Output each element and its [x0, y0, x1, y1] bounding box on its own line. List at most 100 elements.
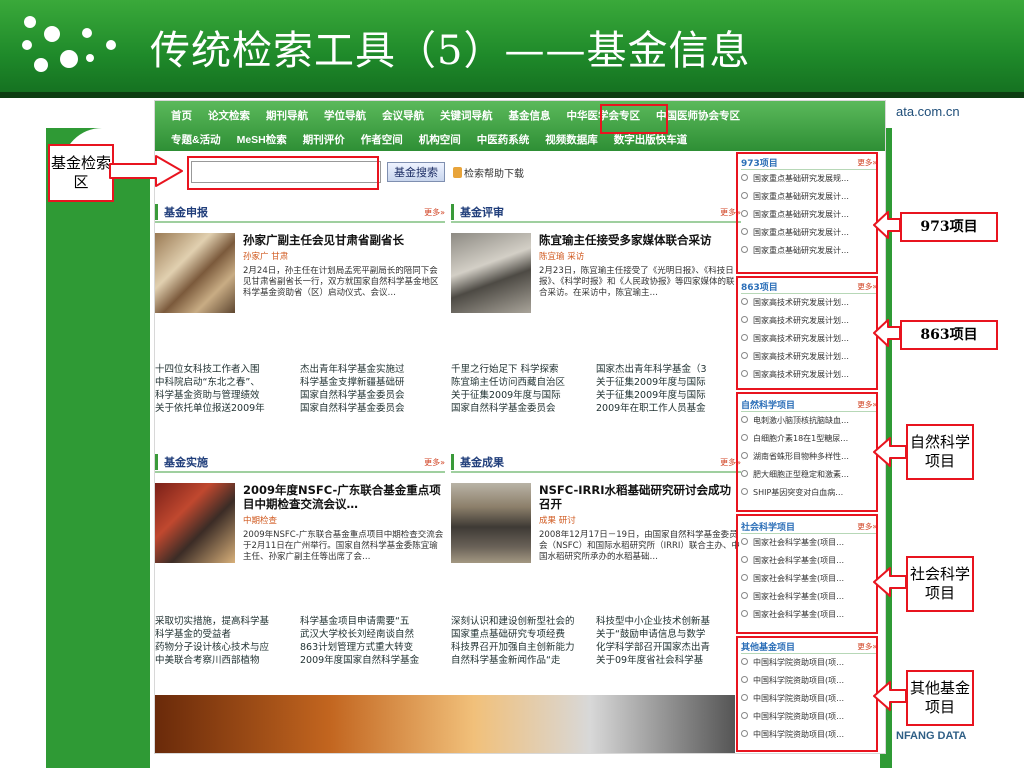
news-tags: 成果 研讨	[539, 516, 576, 526]
list-item[interactable]: 十四位女科技工作者入围	[155, 363, 300, 376]
highlight-fund-info-nav	[600, 104, 668, 134]
section-fund-review: 基金评审 更多» 陈宜瑜主任接受多家媒体联合采访 陈宜瑜 采访 2月23日，陈宜…	[451, 203, 741, 313]
list-item[interactable]: 杰出青年科学基金实施过	[300, 363, 445, 376]
nav-journal[interactable]: 期刊导航	[266, 108, 308, 123]
news-photo[interactable]	[451, 233, 531, 313]
nav-topics[interactable]: 专题&活动	[171, 132, 221, 147]
more-link[interactable]: 更多»	[424, 207, 445, 218]
header-divider	[0, 92, 1024, 98]
bottom-banner-image[interactable]	[155, 695, 735, 753]
slide-header: 传统检索工具（5）——基金信息	[0, 0, 1024, 98]
list-item[interactable]: 2009年在职工作人员基金	[596, 402, 741, 415]
news-summary: 2009年NSFC-广东联合基金重点项目中期检查交流会于2月11日在广州举行。国…	[243, 530, 444, 562]
list-item[interactable]: 陈宜瑜主任访问西藏自治区	[451, 376, 596, 389]
search-help-label: 检索帮助下载	[464, 168, 524, 180]
highlight-other	[736, 636, 878, 752]
nav-fund-info[interactable]: 基金信息	[509, 108, 551, 123]
nav-video-db[interactable]: 视频数据库	[545, 132, 598, 147]
nav-tcm[interactable]: 中医药系统	[477, 132, 530, 147]
nav-org-space[interactable]: 机构空间	[419, 132, 461, 147]
news-headline[interactable]: NSFC-IRRI水稻基础研究研讨会成功召开	[539, 483, 741, 511]
search-help-link[interactable]: 检索帮助下载	[453, 165, 524, 180]
list-item[interactable]: 化学科学部召开国家杰出青	[596, 641, 741, 654]
nav-conference[interactable]: 会议导航	[382, 108, 424, 123]
list-item[interactable]: 科技型中小企业技术创新基	[596, 615, 741, 628]
featured-news: 孙家广副主任会见甘肃省副省长 孙家广 甘肃 2月24日，孙主任在计划局孟宪平副局…	[155, 233, 445, 313]
list-item[interactable]: 科技界召开加强自主创新能力	[451, 641, 596, 654]
highlight-social	[736, 514, 878, 634]
nav-paper-search[interactable]: 论文检索	[208, 108, 250, 123]
list-item[interactable]: 采取切实措施，提高科学基	[155, 615, 300, 628]
highlight-973	[736, 152, 878, 274]
news-headline[interactable]: 陈宜瑜主任接受多家媒体联合采访	[539, 233, 741, 247]
section-title: 基金申报	[155, 204, 208, 220]
list-item[interactable]: 关于依托单位报送2009年	[155, 402, 300, 415]
list-item[interactable]: 国家自然科学基金委员会	[300, 389, 445, 402]
list-item[interactable]: 国家杰出青年科学基金（3	[596, 363, 741, 376]
news-photo[interactable]	[155, 483, 235, 563]
list-item[interactable]: 武汉大学校长刘经南谈自然	[300, 628, 445, 641]
list-item[interactable]: 科学基金项目申请需要“五	[300, 615, 445, 628]
list-item[interactable]: 自然科学基金新闻作品“走	[451, 654, 596, 667]
links-fund-apply: 十四位女科技工作者入围 杰出青年科学基金实施过 中科院启动“东北之春”、 科学基金支…	[155, 363, 445, 415]
featured-news: 2009年度NSFC-广东联合基金重点项目中期检查交流会议… 中期检查 2009…	[155, 483, 445, 574]
list-item[interactable]: 关于“鼓励申请信息与数学	[596, 628, 741, 641]
callout-863: 863项目	[900, 320, 998, 350]
callout-other: 其他基金项目	[906, 670, 974, 726]
top-nav: 首页 论文检索 期刊导航 学位导航 会议导航 关键词导航 基金信息 中华医学会专…	[155, 101, 885, 151]
section-fund-result: 基金成果 更多» NSFC-IRRI水稻基础研究研讨会成功召开 成果 研讨 20…	[451, 453, 741, 574]
section-header: 基金成果 更多»	[451, 453, 741, 473]
news-headline[interactable]: 孙家广副主任会见甘肃省副省长	[243, 233, 445, 247]
list-item[interactable]: 国家自然科学基金委员会	[300, 402, 445, 415]
list-item[interactable]: 关于征集2009年度与国际	[596, 389, 741, 402]
section-title: 基金评审	[451, 204, 504, 220]
fund-search-button[interactable]: 基金搜索	[387, 162, 445, 182]
list-item[interactable]: 关于征集2009年度与国际	[451, 389, 596, 402]
nav-degree[interactable]: 学位导航	[324, 108, 366, 123]
list-item[interactable]: 深刻认识和建设创新型社会的	[451, 615, 596, 628]
list-item[interactable]: 国家重点基础研究专项经费	[451, 628, 596, 641]
list-item[interactable]: 2009年度国家自然科学基金	[300, 654, 445, 667]
list-item[interactable]: 千里之行始足下 科学探索	[451, 363, 596, 376]
section-header: 基金实施 更多»	[155, 453, 445, 473]
list-item[interactable]: 关于征集2009年度与国际	[596, 376, 741, 389]
links-fund-result: 深刻认识和建设创新型社会的 科技型中小企业技术创新基 国家重点基础研究专项经费 关于…	[451, 615, 741, 667]
list-item[interactable]: 药物分子设计核心技术与应	[155, 641, 300, 654]
nav-cmda-zone[interactable]: 中国医师协会专区	[656, 108, 740, 123]
section-title: 基金成果	[451, 454, 504, 470]
callout-search-zone: 基金检索区	[48, 144, 114, 202]
list-item[interactable]: 科学基金资助与管理绩效	[155, 389, 300, 402]
list-item[interactable]: 科学基金的受益者	[155, 628, 300, 641]
featured-news: 陈宜瑜主任接受多家媒体联合采访 陈宜瑜 采访 2月23日，陈宜瑜主任接受了《光明…	[451, 233, 741, 313]
list-item[interactable]: 关于09年度省社会科学基	[596, 654, 741, 667]
highlight-natural	[736, 392, 878, 512]
section-fund-apply: 基金申报 更多» 孙家广副主任会见甘肃省副省长 孙家广 甘肃 2月24日，孙主任…	[155, 203, 445, 313]
nav-home[interactable]: 首页	[171, 108, 192, 123]
news-headline[interactable]: 2009年度NSFC-广东联合基金重点项目中期检查交流会议…	[243, 483, 445, 511]
nav-keyword[interactable]: 关键词导航	[440, 108, 493, 123]
callout-social: 社会科学项目	[906, 556, 974, 612]
nav-mesh[interactable]: MeSH检索	[237, 132, 287, 147]
links-fund-implement: 采取切实措施，提高科学基 科学基金项目申请需要“五 科学基金的受益者 武汉大学校长刘…	[155, 615, 445, 667]
list-item[interactable]: 科学基金支撑新疆基础研	[300, 376, 445, 389]
section-title: 基金实施	[155, 454, 208, 470]
news-photo[interactable]	[155, 233, 235, 313]
news-summary: 2月23日，陈宜瑜主任接受了《光明日报》、《科技日报》、《科学时报》和《人民政协…	[539, 266, 735, 298]
news-photo[interactable]	[451, 483, 531, 563]
download-icon	[453, 166, 462, 178]
nav-journal-eval[interactable]: 期刊评价	[303, 132, 345, 147]
section-header: 基金评审 更多»	[451, 203, 741, 223]
list-item[interactable]: 中科院启动“东北之春”、	[155, 376, 300, 389]
list-item[interactable]: 中美联合考察川西部植物	[155, 654, 300, 667]
nav-author-space[interactable]: 作者空间	[361, 132, 403, 147]
section-header: 基金申报 更多»	[155, 203, 445, 223]
news-summary: 2月24日，孙主任在计划局孟宪平副局长的陪同下会见甘肃省副省长一行，双方就国家自…	[243, 266, 439, 298]
slide-title: 传统检索工具（5）——基金信息	[150, 28, 751, 74]
callout-973: 973项目	[900, 212, 998, 242]
list-item[interactable]: 国家自然科学基金委员会	[451, 402, 596, 415]
news-tags: 孙家广 甘肃	[243, 252, 289, 262]
more-link[interactable]: 更多»	[424, 457, 445, 468]
list-item[interactable]: 863计划管理方式重大转变	[300, 641, 445, 654]
dots-logo-icon	[20, 14, 120, 80]
highlight-search-input	[187, 156, 379, 190]
